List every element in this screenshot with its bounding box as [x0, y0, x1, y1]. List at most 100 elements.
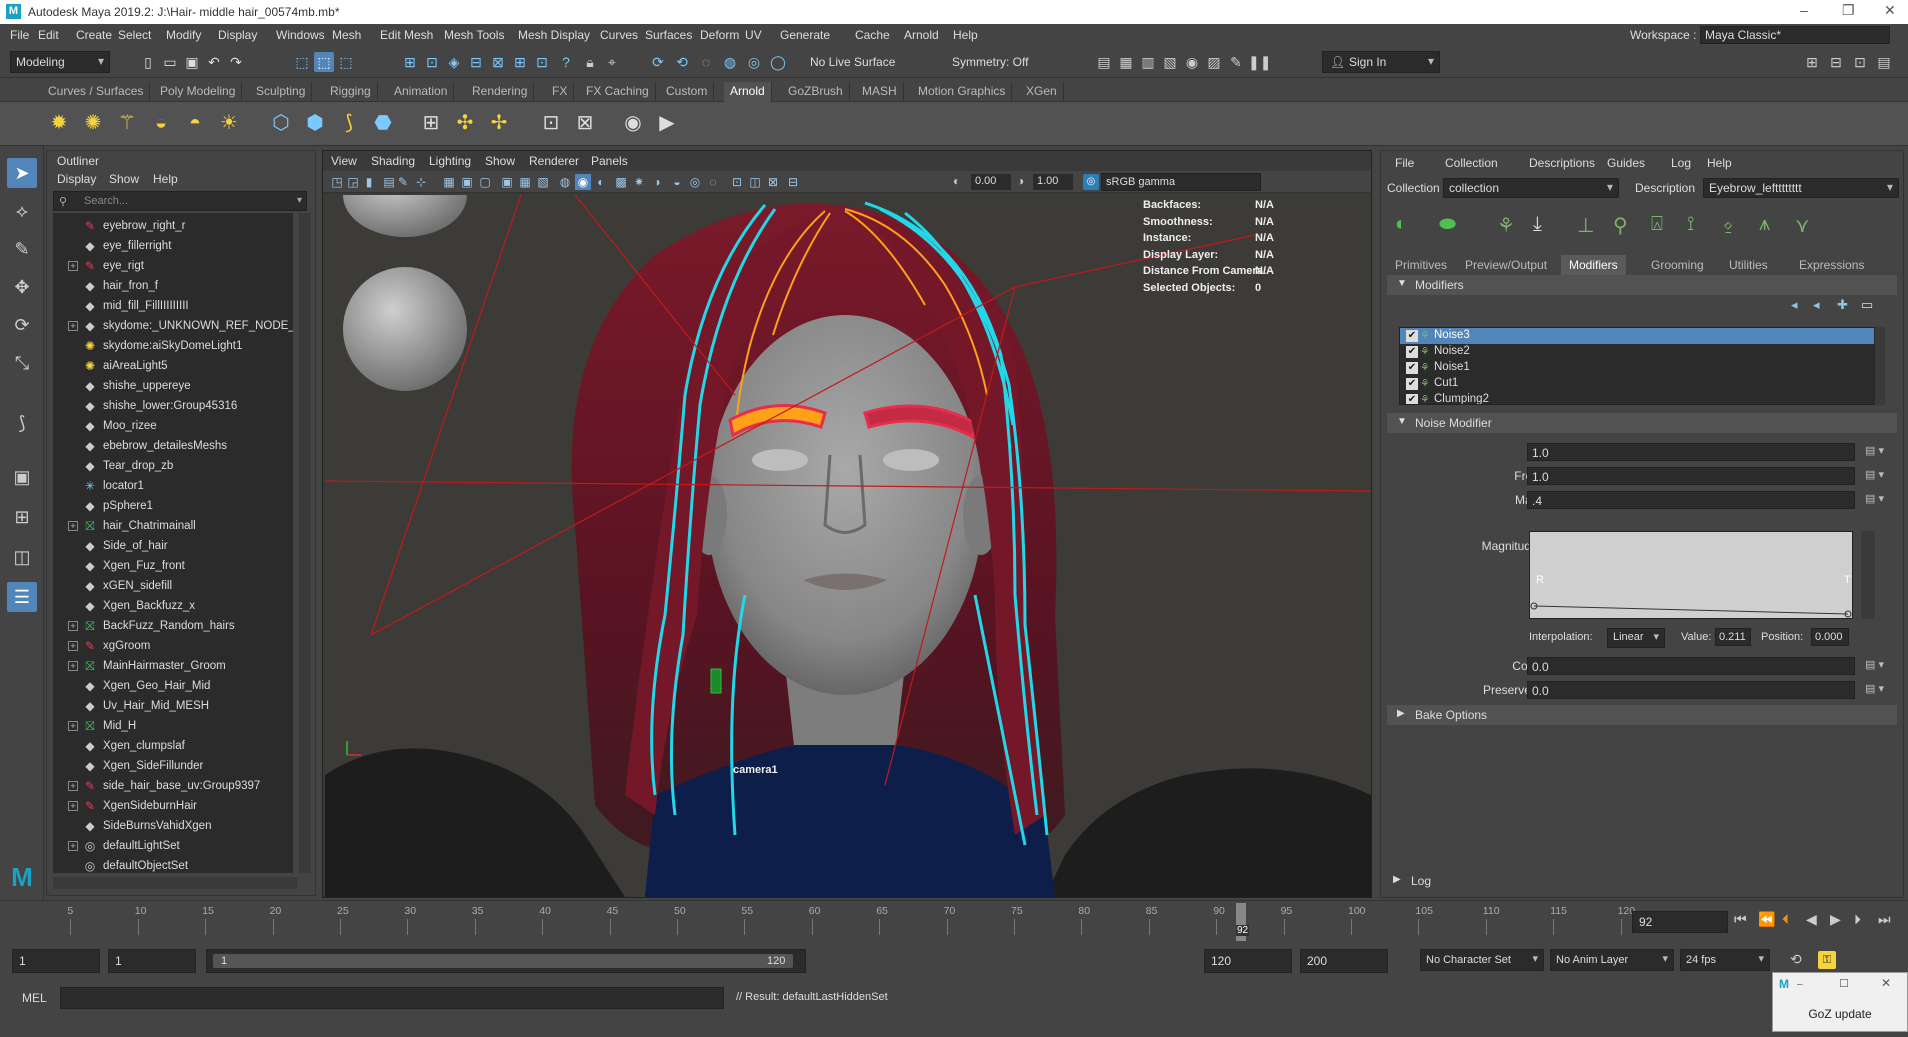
modifier-enabled-checkbox[interactable]: ✔ [1406, 378, 1418, 390]
outliner-item[interactable]: + ⛝ Mid_H [53, 717, 293, 737]
outliner-item[interactable]: ◆ Moo_rizee [53, 417, 293, 437]
shelf-tab-fx[interactable]: FX [546, 82, 575, 102]
menu-windows[interactable]: Windows [276, 28, 325, 42]
open-scene-icon[interactable]: ▭ [160, 52, 180, 72]
step-back-key-icon[interactable]: ⏪ [1758, 911, 1775, 928]
viewport-menu-view[interactable]: View [331, 154, 357, 168]
expand-icon[interactable]: + [68, 261, 78, 271]
move-up-icon[interactable]: ◂ [1791, 297, 1798, 313]
snap-view-icon[interactable]: ⊟ [466, 52, 486, 72]
modifier-list-scrollbar[interactable] [1875, 327, 1885, 405]
skydome-light-icon[interactable]: ◒ [148, 110, 174, 136]
field-value[interactable]: 0.0 [1527, 657, 1855, 675]
live-surface-label[interactable]: No Live Surface [810, 55, 895, 69]
xgen-menu-descriptions[interactable]: Descriptions [1529, 156, 1595, 170]
xray-joints-icon[interactable]: ⊠ [765, 174, 781, 190]
xgen-menu-guides[interactable]: Guides [1607, 156, 1645, 170]
expand-icon[interactable]: + [68, 841, 78, 851]
xgen-tab-expressions[interactable]: Expressions [1791, 255, 1872, 275]
field-value[interactable]: 1.0 [1527, 467, 1855, 485]
expand-icon[interactable]: + [68, 661, 78, 671]
step-back-frame-icon[interactable]: ⏴ [1782, 911, 1789, 928]
outliner-item[interactable]: + ⛝ MainHairmaster_Groom [53, 657, 293, 677]
log-section-header[interactable]: ▶ Log [1383, 871, 1901, 891]
restore-icon[interactable]: ❐ [1842, 2, 1855, 19]
select-component-icon[interactable]: ⬚ [336, 52, 356, 72]
close-icon[interactable]: ✕ [1884, 2, 1896, 19]
outliner-menu-show[interactable]: Show [109, 172, 139, 186]
current-frame-field[interactable]: 92 [1632, 911, 1728, 933]
shelf-tab-curves-surfaces[interactable]: Curves / Surfaces [42, 82, 151, 102]
outliner-item[interactable]: + ✎ side_hair_base_uv:Group9397 [53, 777, 293, 797]
search-options-icon[interactable]: ▾ [297, 195, 302, 206]
add-modifier-icon[interactable]: ✚ [1837, 297, 1848, 313]
workspace-dropdown[interactable]: Maya Classic* [1700, 26, 1890, 44]
goz-restore-icon[interactable]: ☐ [1839, 977, 1849, 990]
menu-surfaces[interactable]: Surfaces [645, 28, 692, 42]
viewport-menu-show[interactable]: Show [485, 154, 515, 168]
camera-select-icon[interactable]: ◳ [329, 174, 345, 190]
default-material-icon[interactable]: ◐ [593, 174, 609, 190]
shelf-tab-animation[interactable]: Animation [388, 82, 455, 102]
expand-icon[interactable]: + [68, 621, 78, 631]
expand-icon[interactable]: + [68, 801, 78, 811]
camera-attr-icon[interactable]: ◲ [345, 174, 361, 190]
go-to-start-icon[interactable]: ⏮ [1734, 911, 1747, 928]
modifier-enabled-checkbox[interactable]: ✔ [1406, 362, 1418, 374]
expression-options-icon[interactable]: ▤ ▾ [1865, 468, 1893, 484]
mesh-light-icon[interactable]: ✺ [80, 110, 106, 136]
pivot-icon[interactable]: ⌖ [602, 52, 622, 72]
soft-select-icon[interactable]: ◯ [768, 52, 788, 72]
xgen-tab-utilities[interactable]: Utilities [1721, 255, 1776, 275]
move-tool-icon[interactable]: ✥ [7, 272, 37, 302]
xgen-tab-preview-output[interactable]: Preview/Output [1457, 255, 1555, 275]
mode-dropdown[interactable]: Modeling [10, 51, 110, 73]
goz-close-icon[interactable]: ✕ [1881, 976, 1891, 990]
menu-mesh[interactable]: Mesh [332, 28, 361, 42]
export-standin-icon[interactable]: ⬢ [302, 110, 328, 136]
shelf-tab-rigging[interactable]: Rigging [324, 82, 378, 102]
xgen-tab-grooming[interactable]: Grooming [1643, 255, 1712, 275]
auto-key-icon[interactable]: ⚿ [1818, 951, 1836, 969]
outliner-item[interactable]: ◆ Side_of_hair [53, 537, 293, 557]
xgen-tab-primitives[interactable]: Primitives [1387, 255, 1455, 275]
move-guide-icon[interactable]: ⤓ [1533, 213, 1542, 236]
viewport-menu-shading[interactable]: Shading [371, 154, 415, 168]
menu-generate[interactable]: Generate [780, 28, 830, 42]
modeling-toolkit-icon[interactable]: ⊞ [1802, 52, 1822, 72]
shelf-tab-arnold[interactable]: Arnold [724, 82, 772, 102]
xgen-menu-collection[interactable]: Collection [1445, 156, 1498, 170]
select-tool-icon[interactable]: ➤ [7, 158, 37, 188]
modifier-item[interactable]: ✔ ⚘ Noise1 [1400, 360, 1874, 376]
guides-comb-icon[interactable]: ⟟ [1687, 213, 1694, 236]
channel-box-icon[interactable]: ▤ [1874, 52, 1894, 72]
tweak-icon[interactable]: ◎ [744, 52, 764, 72]
menu-deform[interactable]: Deform [700, 28, 739, 42]
outliner-item[interactable]: ✺ skydome:aiSkyDomeLight1 [53, 337, 293, 357]
guide-rebuild-icon[interactable]: ⋎ [1795, 213, 1810, 238]
outliner-item[interactable]: ◆ Xgen_Backfuzz_x [53, 597, 293, 617]
outliner-item[interactable]: ✎ eyebrow_right_r [53, 217, 293, 237]
modifier-item[interactable]: ✔ ⚘ Cut1 [1400, 376, 1874, 392]
render-frame-icon[interactable]: ▦ [1116, 52, 1136, 72]
shelf-tab-sculpting[interactable]: Sculpting [250, 82, 313, 102]
menu-arnold[interactable]: Arnold [904, 28, 939, 42]
goz-minimize-icon[interactable]: – [1797, 979, 1803, 990]
make-live-icon[interactable]: ⊡ [532, 52, 552, 72]
outliner-item[interactable]: + ◆ skydome:_UNKNOWN_REF_NODE_fost [53, 317, 293, 337]
outliner-menu-display[interactable]: Display [57, 172, 96, 186]
lock-guides-icon[interactable]: ⍓ [1651, 213, 1663, 236]
light-portal-icon[interactable]: ◓ [182, 110, 208, 136]
new-scene-icon[interactable]: ▯ [138, 52, 158, 72]
flush-textures-icon[interactable]: ✢ [486, 110, 512, 136]
play-forward-icon[interactable]: ▶ [1830, 911, 1841, 928]
save-scene-icon[interactable]: ▣ [182, 52, 202, 72]
range-slider[interactable]: 1 120 [206, 949, 806, 973]
modifier-enabled-checkbox[interactable]: ✔ [1406, 394, 1418, 404]
expression-options-icon[interactable]: ▤ ▾ [1865, 444, 1893, 460]
outliner-item[interactable]: ◎ defaultObjectSet [53, 857, 293, 873]
shelf-tab-rendering[interactable]: Rendering [466, 82, 535, 102]
snap-grid-icon[interactable]: ⊞ [400, 52, 420, 72]
motion-blur-icon[interactable]: ◎ [687, 174, 703, 190]
grease-pencil-icon[interactable]: ✎ [395, 174, 411, 190]
